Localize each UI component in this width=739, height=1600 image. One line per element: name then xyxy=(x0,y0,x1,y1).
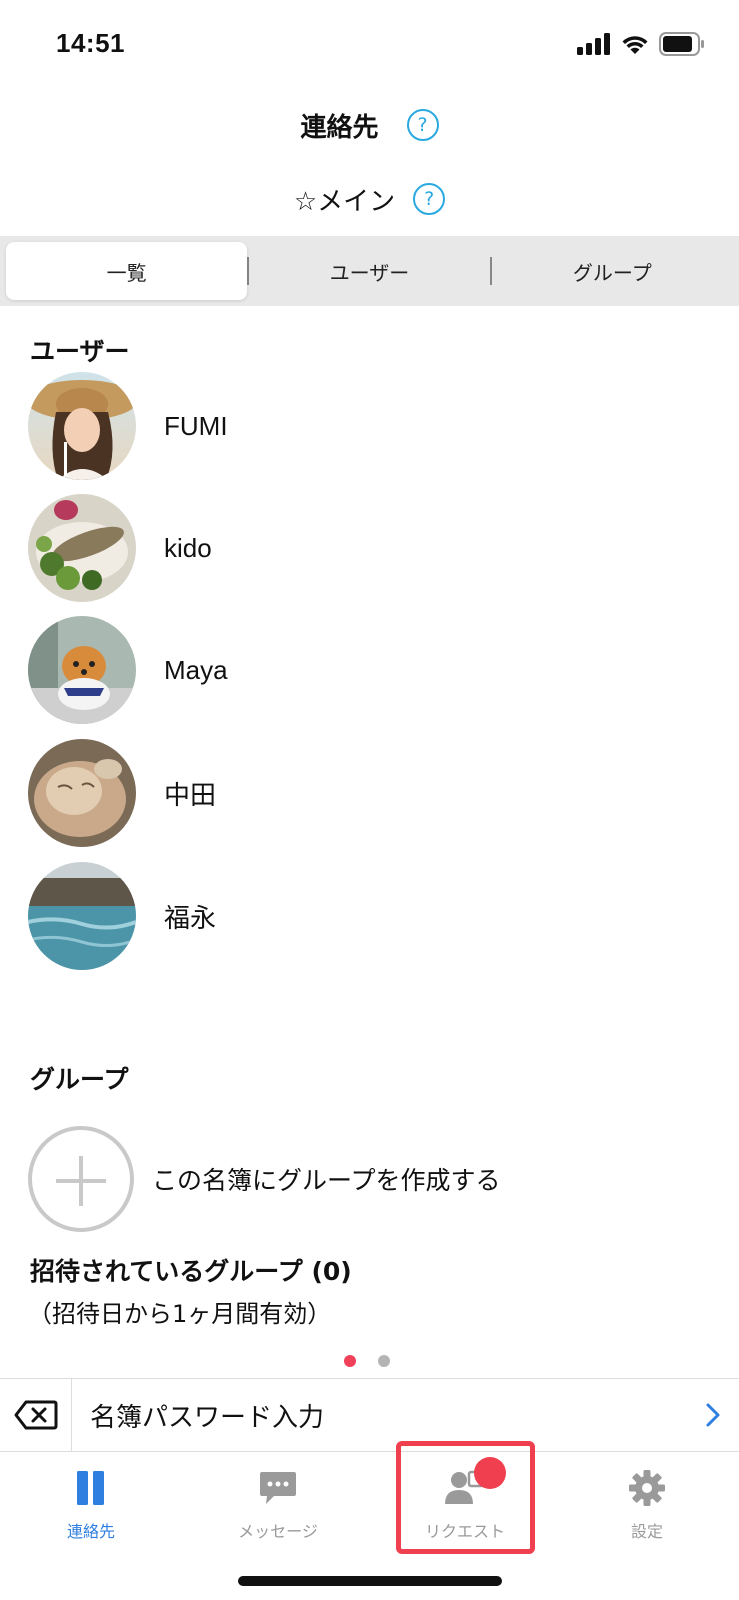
tab-messages[interactable]: メッセージ xyxy=(208,1466,348,1556)
chevron-right-icon[interactable] xyxy=(705,1402,721,1428)
tab-label: 連絡先 xyxy=(66,1522,115,1541)
segmented-control: 一覧 ユーザー グループ xyxy=(0,236,739,306)
users-section-title: ユーザー xyxy=(30,337,130,366)
user-row[interactable]: Maya xyxy=(28,616,708,724)
segment-users[interactable]: ユーザー xyxy=(249,242,490,300)
gear-icon xyxy=(628,1466,666,1510)
header: 連絡先 ? xyxy=(0,100,739,150)
page-dot xyxy=(378,1355,390,1367)
directory-password-bar[interactable]: 名簿パスワード入力 xyxy=(0,1378,739,1452)
create-group-button[interactable]: この名簿にグループを作成する xyxy=(28,1126,501,1232)
user-row[interactable]: 中田 xyxy=(28,739,708,847)
avatar xyxy=(28,616,136,724)
page-dot-active xyxy=(344,1355,356,1367)
highlight-annotation-box xyxy=(396,1441,535,1554)
invited-groups-note: （招待日から1ヶ月間有効） xyxy=(28,1300,332,1328)
status-bar: 14:51 xyxy=(0,0,739,90)
home-indicator xyxy=(238,1576,502,1586)
segment-all[interactable]: 一覧 xyxy=(6,242,248,300)
directory-selector[interactable]: ☆メイン ? xyxy=(0,174,739,224)
message-icon xyxy=(258,1466,298,1510)
wifi-icon xyxy=(622,36,648,54)
status-icons xyxy=(577,32,705,56)
avatar xyxy=(28,494,136,602)
status-time: 14:51 xyxy=(56,28,125,58)
signal-icon xyxy=(577,33,610,55)
invited-groups-title: 招待されているグループ (0) xyxy=(30,1257,352,1286)
user-name: 福永 xyxy=(164,902,217,933)
user-row[interactable]: 福永 xyxy=(28,862,708,970)
groups-section-title: グループ xyxy=(30,1065,129,1094)
user-name: kido xyxy=(164,532,212,563)
battery-icon xyxy=(659,32,704,56)
user-row[interactable]: kido xyxy=(28,494,708,602)
tab-label: メッセージ xyxy=(238,1522,318,1541)
contacts-icon xyxy=(75,1466,107,1510)
segment-groups[interactable]: グループ xyxy=(492,242,733,300)
user-row[interactable]: FUMI xyxy=(28,372,708,480)
directory-name[interactable]: ☆メイン xyxy=(294,181,395,218)
tab-contacts[interactable]: 連絡先 xyxy=(21,1466,161,1556)
password-input-label[interactable]: 名簿パスワード入力 xyxy=(90,1397,705,1434)
tab-label: 設定 xyxy=(630,1522,663,1541)
user-name: Maya xyxy=(164,654,228,685)
plus-icon xyxy=(28,1126,134,1232)
avatar xyxy=(28,739,136,847)
delete-icon[interactable] xyxy=(0,1378,72,1452)
user-name: FUMI xyxy=(164,410,228,441)
help-icon[interactable]: ? xyxy=(406,109,439,141)
create-group-label: この名簿にグループを作成する xyxy=(152,1166,501,1195)
avatar xyxy=(28,862,136,970)
user-name: 中田 xyxy=(164,779,217,810)
help-icon[interactable]: ? xyxy=(413,183,446,215)
avatar xyxy=(28,372,136,480)
page-title: 連絡先 xyxy=(300,112,379,143)
page-indicator xyxy=(344,1355,390,1367)
tab-settings[interactable]: 設定 xyxy=(577,1466,717,1556)
